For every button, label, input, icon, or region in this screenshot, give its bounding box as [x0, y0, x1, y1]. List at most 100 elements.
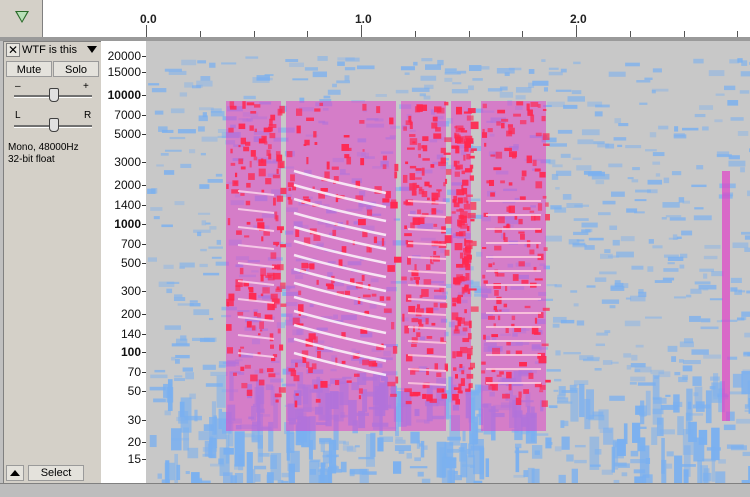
speech-energy — [228, 218, 230, 225]
speech-energy — [543, 109, 546, 111]
noise-patch — [198, 126, 205, 131]
noise-patch — [549, 143, 567, 146]
track-name-menu[interactable]: WTF is this — [22, 43, 77, 57]
noise-patch — [247, 452, 253, 483]
noise-patch — [683, 360, 701, 364]
horizontal-scrollbar[interactable] — [0, 483, 750, 497]
noise-patch — [355, 445, 360, 447]
spectrogram-view[interactable] — [146, 41, 750, 483]
collapse-track-button[interactable] — [6, 465, 24, 481]
noise-patch — [345, 75, 350, 81]
noise-patch — [175, 355, 190, 358]
frequency-label: 300 — [121, 284, 141, 298]
speech-energy — [394, 257, 402, 263]
noise-patch — [668, 346, 678, 352]
speech-energy — [372, 363, 377, 367]
speech-energy — [466, 201, 468, 204]
noise-patch — [662, 202, 679, 208]
speech-energy — [543, 308, 550, 311]
frequency-ruler[interactable]: 2000015000100007000500030002000140010007… — [101, 41, 147, 483]
solo-button[interactable]: Solo — [53, 61, 99, 77]
pan-slider-thumb[interactable] — [49, 118, 59, 132]
noise-patch — [728, 161, 745, 167]
speech-energy — [506, 342, 511, 346]
speech-energy — [470, 219, 474, 221]
speech-energy — [362, 360, 369, 366]
speech-energy — [403, 175, 407, 183]
play-head-triangle-icon[interactable] — [15, 11, 29, 23]
speech-energy — [303, 196, 309, 198]
speech-energy — [386, 297, 390, 301]
speech-energy — [421, 145, 423, 148]
noise-patch — [640, 427, 647, 429]
speech-energy — [430, 399, 437, 403]
noise-patch — [563, 352, 581, 354]
noise-patch — [176, 465, 180, 480]
mute-button[interactable]: Mute — [6, 61, 52, 77]
speech-energy — [499, 310, 501, 312]
speech-energy — [460, 347, 467, 353]
noise-patch — [690, 289, 701, 294]
noise-patch — [618, 123, 628, 126]
speech-energy — [413, 277, 419, 280]
noise-patch — [343, 441, 349, 445]
noise-patch — [573, 243, 586, 246]
speech-energy — [482, 247, 486, 249]
noise-patch — [586, 389, 594, 419]
speech-energy — [295, 363, 298, 368]
dropdown-arrow-icon[interactable] — [87, 46, 97, 53]
speech-energy — [383, 164, 387, 169]
close-track-button[interactable]: ✕ — [6, 43, 20, 57]
speech-energy — [313, 186, 315, 189]
noise-patch — [235, 473, 243, 483]
noise-patch — [574, 205, 589, 207]
speech-energy — [301, 263, 308, 269]
speech-energy — [250, 375, 258, 382]
noise-patch — [704, 256, 718, 259]
speech-energy — [415, 177, 422, 179]
speech-energy — [494, 246, 501, 251]
noise-patch — [731, 117, 744, 121]
speech-energy — [444, 102, 448, 106]
speech-energy — [453, 367, 456, 371]
speech-energy — [359, 388, 363, 393]
noise-patch — [574, 384, 579, 386]
gain-slider[interactable] — [14, 87, 92, 103]
speech-energy — [273, 198, 276, 206]
noise-patch — [174, 375, 182, 377]
noise-patch — [285, 59, 298, 62]
speech-energy — [460, 253, 463, 259]
noise-patch — [562, 437, 570, 450]
speech-energy — [468, 333, 472, 339]
noise-patch — [150, 207, 162, 211]
noise-patch — [631, 363, 646, 367]
speech-energy — [295, 393, 298, 395]
speech-energy — [267, 368, 274, 372]
noise-patch — [741, 371, 750, 394]
speech-energy — [500, 180, 505, 183]
speech-energy — [402, 314, 404, 322]
speech-energy — [458, 197, 463, 203]
select-track-button[interactable]: Select — [28, 465, 84, 481]
speech-energy — [240, 347, 244, 349]
pan-slider[interactable] — [14, 117, 92, 133]
noise-patch — [724, 86, 735, 90]
speech-energy — [384, 308, 392, 312]
speech-energy — [360, 158, 364, 165]
noise-patch — [581, 223, 597, 228]
speech-energy — [382, 238, 384, 246]
speech-energy — [545, 202, 548, 206]
speech-energy — [235, 173, 237, 177]
speech-energy — [458, 295, 463, 297]
speech-energy — [506, 328, 509, 333]
speech-energy — [497, 110, 505, 114]
speech-energy — [327, 162, 330, 170]
noise-patch — [563, 194, 572, 200]
noise-patch — [568, 96, 585, 101]
speech-energy — [413, 217, 421, 225]
noise-patch — [516, 447, 520, 472]
noise-patch — [693, 438, 704, 462]
gain-slider-thumb[interactable] — [49, 88, 59, 102]
speech-energy — [240, 268, 244, 274]
timeline-ruler[interactable]: 0.0 1.0 2.0 — [0, 0, 750, 38]
